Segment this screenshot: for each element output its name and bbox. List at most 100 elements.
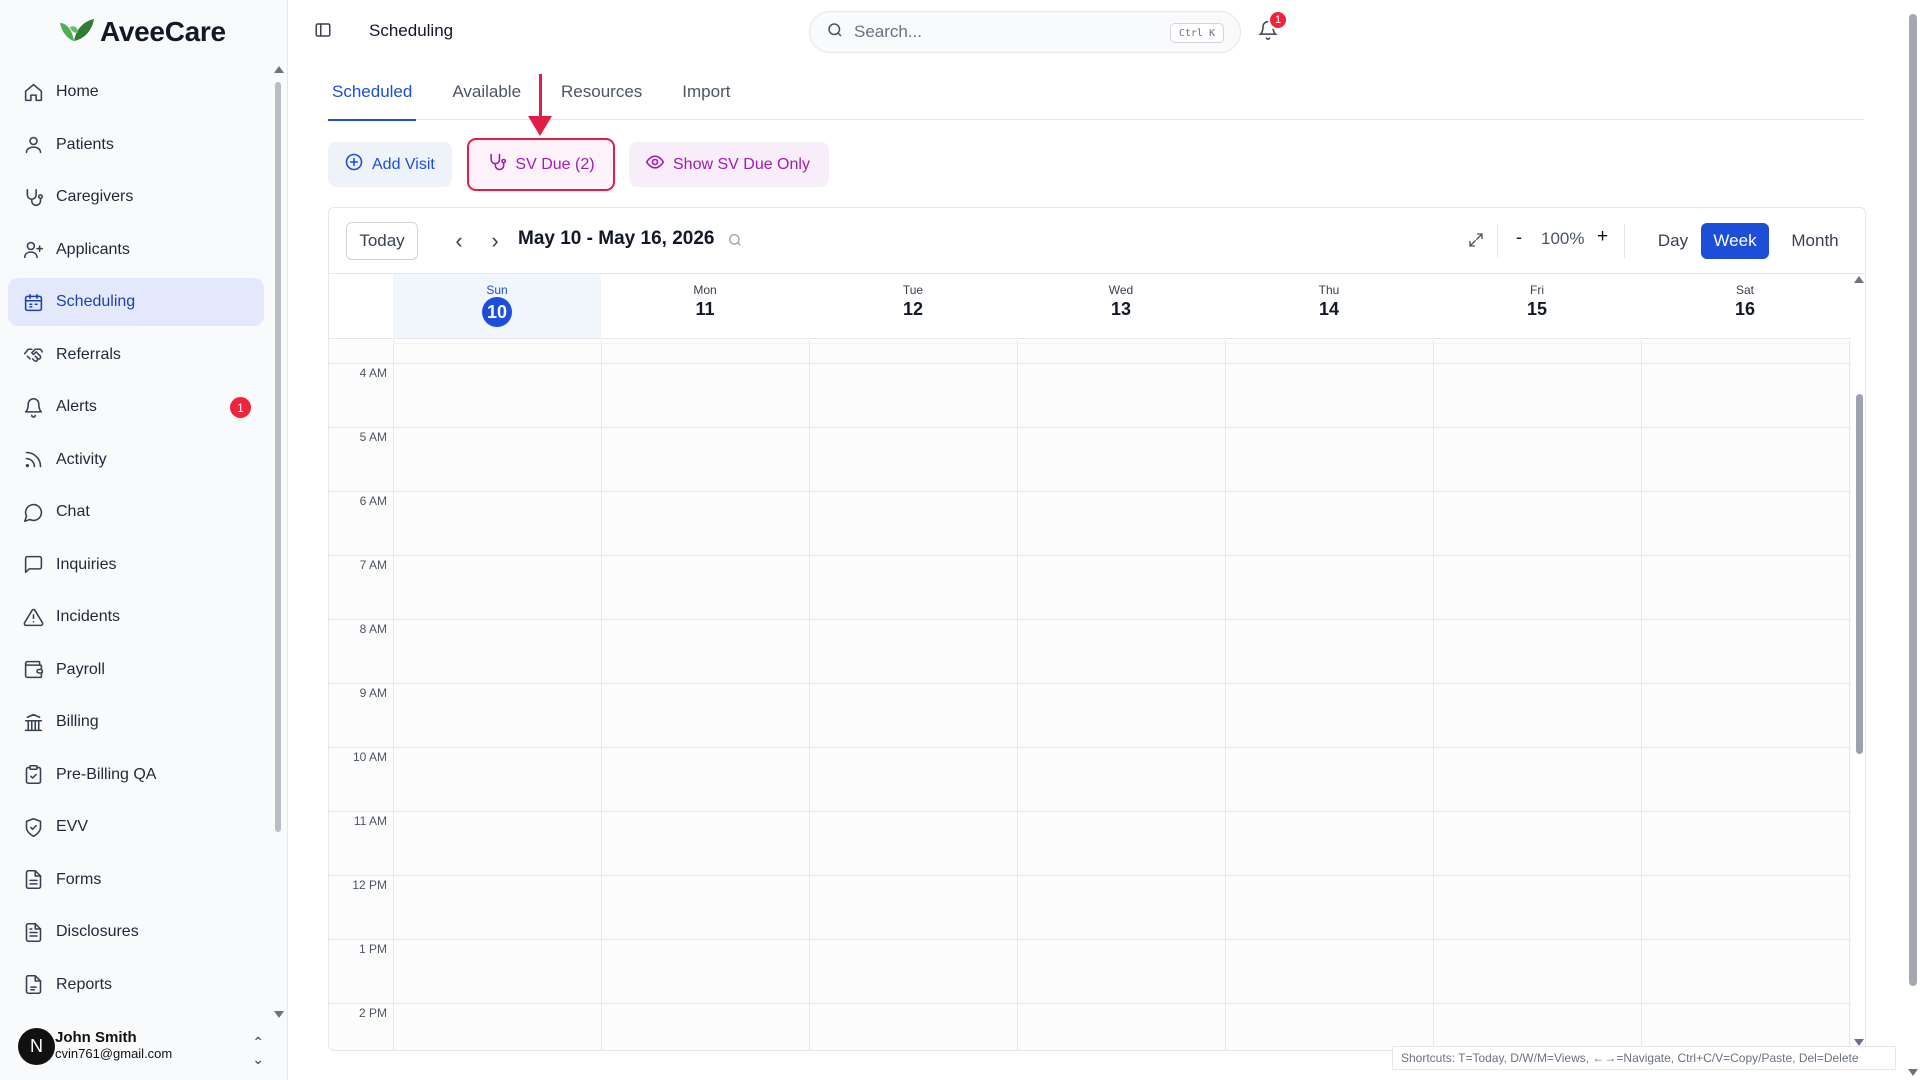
day-column-divider (1017, 340, 1018, 1050)
view-day-button[interactable]: Day (1643, 223, 1703, 259)
bell-icon (22, 396, 44, 418)
day-header-sat[interactable]: Sat 16 (1641, 274, 1849, 338)
sidebar-item-label: Applicants (56, 240, 130, 258)
sidebar-item-forms[interactable]: Forms (8, 856, 264, 904)
day-name: Wed (1108, 283, 1134, 297)
tab-resources[interactable]: Resources (557, 70, 646, 120)
sidebar-item-activity[interactable]: Activity (8, 436, 264, 484)
sidebar-item-reports[interactable]: Reports (8, 961, 264, 1009)
sidebar-item-label: Patients (56, 135, 114, 153)
hour-line (329, 555, 1851, 556)
sv-due-button[interactable]: SV Due (2) (467, 138, 615, 191)
day-number: 11 (695, 299, 715, 319)
sidebar-item-chat[interactable]: Chat (8, 488, 264, 536)
hour-line (329, 875, 1851, 876)
report-icon (22, 974, 44, 996)
scroll-up-icon[interactable] (1854, 276, 1864, 283)
search-shortcut-hint: Ctrl K (1169, 23, 1224, 43)
hour-line (329, 811, 1851, 812)
sidebar-item-pre-billing-qa[interactable]: Pre-Billing QA (8, 751, 264, 799)
tab-available[interactable]: Available (448, 70, 525, 120)
sidebar-item-inquiries[interactable]: Inquiries (8, 541, 264, 589)
sidebar-item-applicants[interactable]: Applicants (8, 226, 264, 274)
time-label: 9 AM (359, 686, 387, 700)
sidebar-item-scheduling[interactable]: Scheduling (8, 278, 264, 326)
app-logo[interactable]: AveeCare (56, 14, 226, 50)
sidebar-item-label: Chat (56, 503, 90, 520)
scrollbar-thumb[interactable] (275, 82, 281, 832)
user-icon (22, 134, 44, 156)
day-header-tue[interactable]: Tue 12 (809, 274, 1017, 338)
time-label: 4 AM (359, 366, 387, 380)
day-name: Sat (1735, 283, 1754, 297)
annotation-arrow-head (528, 116, 552, 136)
date-range-title: May 10 - May 16, 2026 (518, 228, 715, 249)
sidebar-item-label: Home (56, 83, 99, 100)
sidebar-item-home[interactable]: Home (8, 68, 264, 116)
sidebar-item-label: Caregivers (56, 188, 134, 205)
sidebar-item-billing[interactable]: Billing (8, 698, 264, 746)
scrollbar-thumb[interactable] (1856, 394, 1863, 754)
avatar: N (18, 1027, 55, 1065)
scroll-up-icon[interactable] (274, 66, 284, 73)
sidebar-item-label: Incidents (56, 608, 121, 625)
chat-icon (22, 501, 44, 523)
sidebar-item-incidents[interactable]: Incidents (8, 593, 264, 641)
sidebar-scrollbar[interactable] (274, 66, 284, 1018)
calendar-scrollbar[interactable] (1853, 274, 1865, 1050)
hour-line (329, 619, 1851, 620)
add-visit-button[interactable]: Add Visit (328, 142, 452, 187)
date-search-icon[interactable] (727, 232, 743, 248)
shield-check-icon (22, 816, 44, 838)
zoom-in-button[interactable]: + (1597, 226, 1608, 248)
sv-due-label: SV Due (2) (515, 155, 595, 173)
top-bar: Scheduling Search... Ctrl K 1 (289, 0, 1900, 64)
day-column-divider (1641, 340, 1642, 1050)
tab-scheduled[interactable]: Scheduled (328, 70, 417, 121)
eye-icon (645, 152, 665, 177)
day-number: 15 (1526, 299, 1548, 319)
sidebar-item-payroll[interactable]: Payroll (8, 646, 264, 694)
zoom-out-button[interactable]: - (1516, 227, 1522, 248)
next-week-chevron-icon[interactable]: › (485, 228, 505, 254)
chevron-up-down-icon[interactable]: ⌃ ⌄ (252, 1034, 264, 1068)
sidebar-toggle-icon[interactable] (314, 21, 334, 41)
expand-icon[interactable] (1467, 231, 1485, 249)
time-grid[interactable]: 4 AM 5 AM 6 AM 7 AM 8 AM 9 AM 10 AM 11 A… (329, 340, 1851, 1050)
day-column-divider (809, 340, 810, 1050)
handshake-icon (22, 344, 44, 366)
sidebar-item-label: Reports (56, 975, 113, 993)
day-header-sun[interactable]: Sun 10 (393, 274, 601, 338)
day-header-wed[interactable]: Wed 13 (1017, 274, 1225, 338)
day-column-divider (1849, 340, 1850, 1050)
sidebar-item-alerts[interactable]: Alerts 1 (8, 383, 264, 431)
sidebar-item-label: Forms (56, 870, 102, 888)
sidebar-item-patients[interactable]: Patients (8, 121, 264, 169)
view-month-button[interactable]: Month (1777, 223, 1853, 259)
today-button[interactable]: Today (346, 222, 418, 260)
day-header-thu[interactable]: Thu 14 (1225, 274, 1433, 338)
half-hour-line (393, 343, 1851, 344)
sidebar-item-disclosures[interactable]: Disclosures (8, 908, 264, 956)
hour-line (329, 747, 1851, 748)
scroll-down-icon[interactable] (1908, 1069, 1918, 1076)
tab-import[interactable]: Import (678, 70, 734, 120)
show-sv-due-only-button[interactable]: Show SV Due Only (629, 142, 829, 187)
sidebar-item-referrals[interactable]: Referrals (8, 331, 264, 379)
sidebar-item-caregivers[interactable]: Caregivers (8, 173, 264, 221)
hour-line (329, 683, 1851, 684)
time-label: 1 PM (358, 942, 387, 956)
view-week-button[interactable]: Week (1701, 223, 1769, 259)
page-scrollbar[interactable] (1906, 0, 1920, 1080)
sidebar-item-evv[interactable]: EVV (8, 803, 264, 851)
scroll-down-icon[interactable] (1854, 1039, 1864, 1046)
previous-week-chevron-icon[interactable]: ‹ (449, 228, 469, 254)
scrollbar-thumb[interactable] (1909, 14, 1917, 986)
scroll-down-icon[interactable] (274, 1011, 284, 1018)
user-menu[interactable]: N John Smith cvin761@gmail.com ⌃ ⌄ (18, 1022, 274, 1070)
day-header-mon[interactable]: Mon 11 (601, 274, 809, 338)
warning-icon (22, 606, 44, 628)
sidebar-nav: Home Patients Caregivers Applicants Sche… (8, 68, 264, 1013)
day-header-fri[interactable]: Fri 15 (1433, 274, 1641, 338)
search-input[interactable]: Search... Ctrl K (809, 11, 1241, 53)
